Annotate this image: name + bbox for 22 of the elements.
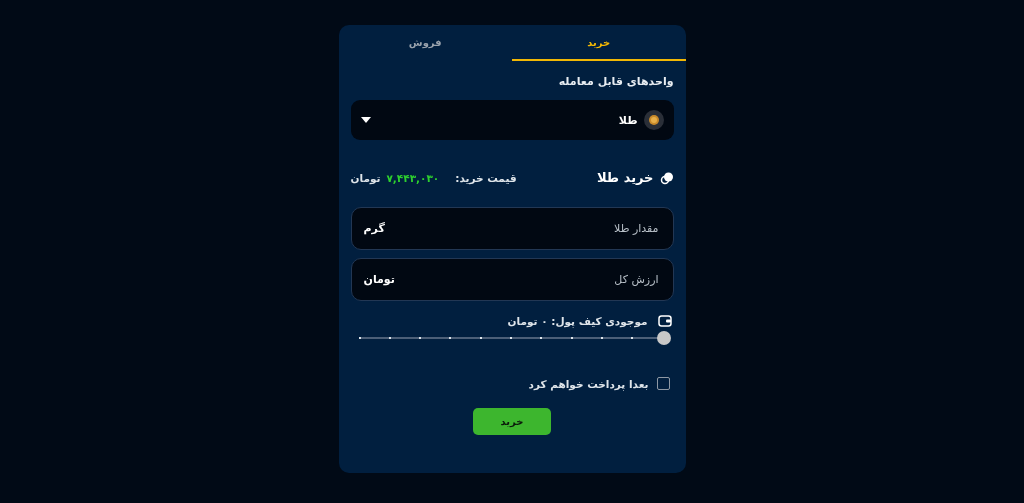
unit-label: گرم <box>363 222 385 235</box>
unit-select[interactable]: طلا <box>350 100 674 140</box>
buy-title: خرید طلا <box>596 170 654 185</box>
wallet-balance: موجودی کیف پول: ۰ تومان <box>507 315 648 327</box>
input-field[interactable]: مقدار طلا گرم <box>350 207 674 250</box>
unit-label: تومان <box>363 273 395 286</box>
price-currency: تومان <box>350 171 381 184</box>
text-input[interactable]: مقدار طلا <box>392 221 661 236</box>
coin-icon <box>643 110 664 130</box>
wallet-icon <box>657 315 672 327</box>
checkbox[interactable] <box>656 377 670 390</box>
price-label: قیمت خرید: <box>455 171 517 184</box>
coins-icon <box>659 170 674 185</box>
price-amount: ۷,۴۴۳,۰۳۰ <box>386 171 440 184</box>
tab[interactable]: خرید <box>512 25 686 61</box>
pay-later-label: بعدا پرداخت خواهم کرد <box>528 377 649 390</box>
buy-button[interactable]: خرید <box>473 408 551 435</box>
tab[interactable]: فروش <box>338 25 512 61</box>
units-label: واحدهای قابل معامله <box>557 75 674 88</box>
text-input[interactable]: ارزش کل <box>402 272 661 287</box>
caret-icon <box>360 117 371 123</box>
input-field[interactable]: ارزش کل تومان <box>350 258 674 301</box>
